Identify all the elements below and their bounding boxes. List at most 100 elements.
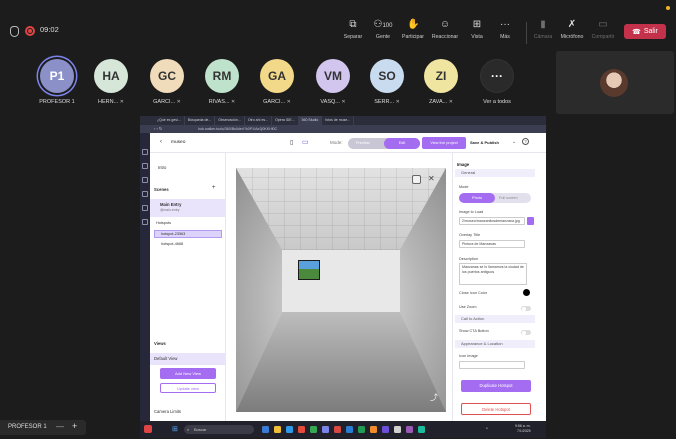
edge-icon[interactable] [286,426,293,433]
wifi-icon[interactable]: ◔ [485,426,488,432]
intro-item[interactable]: Intro [158,165,166,170]
zoom-out-button[interactable]: — [56,422,64,431]
panorama-viewer[interactable]: ✕ ⤴ [236,168,446,412]
hotspot-item-selected[interactable]: hotspot-23563 [154,230,222,238]
more-button[interactable]: ··· Más [490,19,520,40]
mode-type-toggle[interactable]: Photo Full screen [459,193,531,203]
add-scene-button[interactable]: + [212,185,216,191]
participant-tile[interactable]: VM VASQ... ✕ [308,59,358,105]
image-icon[interactable] [142,163,148,169]
participant-tile[interactable]: ZI ZAVA... ✕ [416,59,466,105]
react-button[interactable]: ☺ Reaccionar [430,19,460,40]
app-header: ‹ museo ▯ ▭ Mode: Preview Edit View live… [150,133,546,153]
browser-tab[interactable]: ¿Qué es gesi... [154,116,185,125]
notification-dot [666,6,670,10]
link-icon[interactable] [142,205,148,211]
overlay-title-input[interactable]: Pintura de Manzanas [459,240,525,248]
chevron-down-icon[interactable]: ⌄ [512,139,516,145]
leave-button[interactable]: ☎ Salir [624,24,666,39]
scene-card-main-entry[interactable]: Main Entry @main-entry [150,199,226,217]
image-to-load-input[interactable]: 2/museo/manzanitosdemanzana.jpg [459,217,525,225]
view-all-participants-button[interactable]: ··· Ver a todos [472,59,522,105]
chrome-icon[interactable] [310,426,317,433]
share-icon[interactable]: ⤴ [430,392,438,403]
description-textarea[interactable]: Manzanas se lo llamamos la ciudad de los… [459,263,527,285]
preview-option[interactable]: Preview [356,141,370,145]
fullscreen-option[interactable]: Full screen [499,196,518,200]
camera-button[interactable]: ▮ Cámara [528,19,558,40]
browser-tab-active[interactable]: 360 Studio [298,116,323,125]
call-to-action-section[interactable]: Call to Action [455,315,535,323]
image-picker-icon[interactable] [527,217,534,225]
powerpoint-icon[interactable] [334,426,341,433]
mic-button[interactable]: ✗ Micrófono [557,19,587,40]
participant-tile[interactable]: P1 PROFESOR 1 [32,59,82,105]
appearance-section[interactable]: Appearance & Location [455,340,535,348]
save-publish-button[interactable]: Save & Publish [470,140,499,145]
layers-icon[interactable] [142,149,148,155]
mobile-icon[interactable]: ▯ [290,139,293,146]
hotspot-item[interactable]: hotspot-4668 [161,242,183,246]
vlc-icon[interactable] [370,426,377,433]
participant-tile[interactable]: SO SERR... ✕ [362,59,412,105]
weather-icon[interactable] [144,425,152,433]
avatar: GA [260,59,294,93]
nav-arrows-icon[interactable]: ‹ › ↻ [154,126,162,131]
desktop-icon[interactable]: ▭ [302,138,309,146]
app-icon[interactable] [406,426,413,433]
browser-tab[interactable]: Otro ahí es... [245,116,273,125]
address-bar[interactable]: ‹ › ↻ hub.walker.tools/360/Builder/?k0P1… [140,125,546,133]
color-swatch[interactable] [523,289,530,296]
people-button[interactable]: ⚇100 Gente [368,19,398,40]
general-section[interactable]: General [455,169,535,177]
system-clock[interactable]: 9:56 a. m. 7/1/2025 [515,424,531,434]
view-button[interactable]: ⊞ Vista [462,19,492,40]
browser-tab[interactable]: Búsqueda de... [185,116,216,125]
taskbar-search[interactable]: ⌕ Buscar [184,425,254,434]
word-icon[interactable] [346,426,353,433]
participate-button[interactable]: ✋ Participar [398,19,428,40]
participant-tile[interactable]: GC GARCI... ✕ [142,59,192,105]
delete-hotspot-button[interactable]: Delete Hotspot [461,403,531,415]
add-view-button[interactable]: Add New View [160,368,216,379]
edit-option[interactable]: Edit [384,138,420,149]
task-view-icon[interactable] [262,426,269,433]
hotspot-icon[interactable] [142,177,148,183]
media-icon[interactable] [142,191,148,197]
share-screen-button[interactable]: ▭ Compartir [588,19,618,40]
camera-limits-heading[interactable]: Camera Limits [154,409,181,414]
zoom-in-button[interactable]: + [72,421,77,431]
file-explorer-icon[interactable] [274,426,281,433]
hotspot-painting[interactable] [298,260,320,280]
browser-tab[interactable]: Observación... [215,116,245,125]
update-view-button[interactable]: Update view [160,383,216,393]
mode-toggle[interactable]: Preview Edit [348,138,420,149]
windows-start-icon[interactable]: ⊞ [172,425,178,433]
separate-button[interactable]: ⧉ Separar [338,19,368,40]
participant-tile[interactable]: RM RIVAS... ✕ [197,59,247,105]
self-video-tile[interactable] [556,51,674,114]
browser-tab[interactable]: Opera IDE... [272,116,299,125]
excel-icon[interactable] [358,426,365,433]
opera-icon[interactable] [298,426,305,433]
fullscreen-icon[interactable] [412,175,421,184]
view-item-default[interactable]: Default View [150,353,226,365]
duplicate-hotspot-button[interactable]: Duplicate Hotspot [461,380,531,392]
participant-tile[interactable]: HA HERN... ✕ [86,59,136,105]
use-zoom-switch[interactable] [521,306,531,311]
app-icon[interactable] [394,426,401,433]
close-icon[interactable]: ✕ [428,174,435,183]
app-icon[interactable] [382,426,389,433]
participant-tile[interactable]: GA GARCI... ✕ [252,59,302,105]
show-cta-switch[interactable] [521,330,531,335]
app-icon[interactable] [418,426,425,433]
browser-tab[interactable]: fotos de muse... [322,116,355,125]
photo-option[interactable]: Photo [459,193,495,203]
settings-icon[interactable] [142,219,148,225]
back-arrow-icon[interactable]: ‹ [160,139,162,145]
use-zoom-label: Use Zoom [459,305,477,309]
teams-icon[interactable] [322,426,329,433]
view-live-button[interactable]: View live project [422,137,466,149]
help-icon[interactable]: ? [522,138,529,145]
icon-image-input[interactable] [459,361,525,369]
